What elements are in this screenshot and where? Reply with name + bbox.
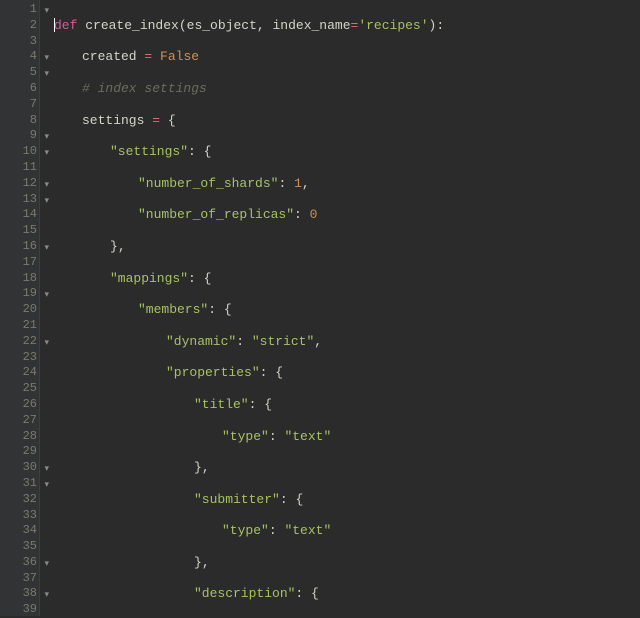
code-line: def create_index(es_object, index_name='… <box>54 18 640 34</box>
line-number: 27 <box>0 413 39 429</box>
line-number: 33 <box>0 508 39 524</box>
line-number: 20 <box>0 302 39 318</box>
line-number: 18 <box>0 271 39 287</box>
line-gutter: 1▾234▾5▾6789▾10▾1112▾13▾141516▾171819▾20… <box>0 0 40 616</box>
line-number: 5▾ <box>0 65 39 81</box>
line-number: 37 <box>0 571 39 587</box>
code-line: }, <box>54 239 640 255</box>
code-line: "mappings": { <box>54 271 640 287</box>
code-line: created = False <box>54 49 640 65</box>
line-number: 7 <box>0 97 39 113</box>
code-line: }, <box>54 460 640 476</box>
code-line: settings = { <box>54 113 640 129</box>
code-line: "description": { <box>54 586 640 602</box>
code-line: "settings": { <box>54 144 640 160</box>
line-number: 14 <box>0 207 39 223</box>
line-number: 4▾ <box>0 49 39 65</box>
line-number: 35 <box>0 539 39 555</box>
line-number: 23 <box>0 350 39 366</box>
line-number: 10▾ <box>0 144 39 160</box>
code-line: "members": { <box>54 302 640 318</box>
line-number: 38▾ <box>0 586 39 602</box>
code-editor: 1▾234▾5▾6789▾10▾1112▾13▾141516▾171819▾20… <box>0 0 640 616</box>
line-number: 11 <box>0 160 39 176</box>
code-line: # index settings <box>54 81 640 97</box>
line-number: 36▾ <box>0 555 39 571</box>
line-number: 24 <box>0 365 39 381</box>
line-number: 2 <box>0 18 39 34</box>
line-number: 12▾ <box>0 176 39 192</box>
line-number: 13▾ <box>0 192 39 208</box>
line-number: 15 <box>0 223 39 239</box>
line-number: 6 <box>0 81 39 97</box>
line-number: 8 <box>0 113 39 129</box>
code-line: "type": "text" <box>54 523 640 539</box>
line-number: 25 <box>0 381 39 397</box>
line-number: 17 <box>0 255 39 271</box>
line-number: 34 <box>0 523 39 539</box>
code-line: }, <box>54 555 640 571</box>
code-line: "number_of_shards": 1, <box>54 176 640 192</box>
code-line: "submitter": { <box>54 492 640 508</box>
line-number: 3 <box>0 34 39 50</box>
code-line: "type": "text" <box>54 429 640 445</box>
line-number: 30▾ <box>0 460 39 476</box>
code-line: "title": { <box>54 397 640 413</box>
line-number: 16▾ <box>0 239 39 255</box>
line-number: 26 <box>0 397 39 413</box>
code-area[interactable]: def create_index(es_object, index_name='… <box>40 0 640 616</box>
line-number: 22▾ <box>0 334 39 350</box>
line-number: 28 <box>0 429 39 445</box>
line-number: 29 <box>0 444 39 460</box>
code-line: "number_of_replicas": 0 <box>54 207 640 223</box>
line-number: 1▾ <box>0 2 39 18</box>
line-number: 32 <box>0 492 39 508</box>
line-number: 19▾ <box>0 286 39 302</box>
code-line: "properties": { <box>54 365 640 381</box>
line-number: 9▾ <box>0 128 39 144</box>
line-number: 21 <box>0 318 39 334</box>
code-line: "dynamic": "strict", <box>54 334 640 350</box>
line-number: 31▾ <box>0 476 39 492</box>
